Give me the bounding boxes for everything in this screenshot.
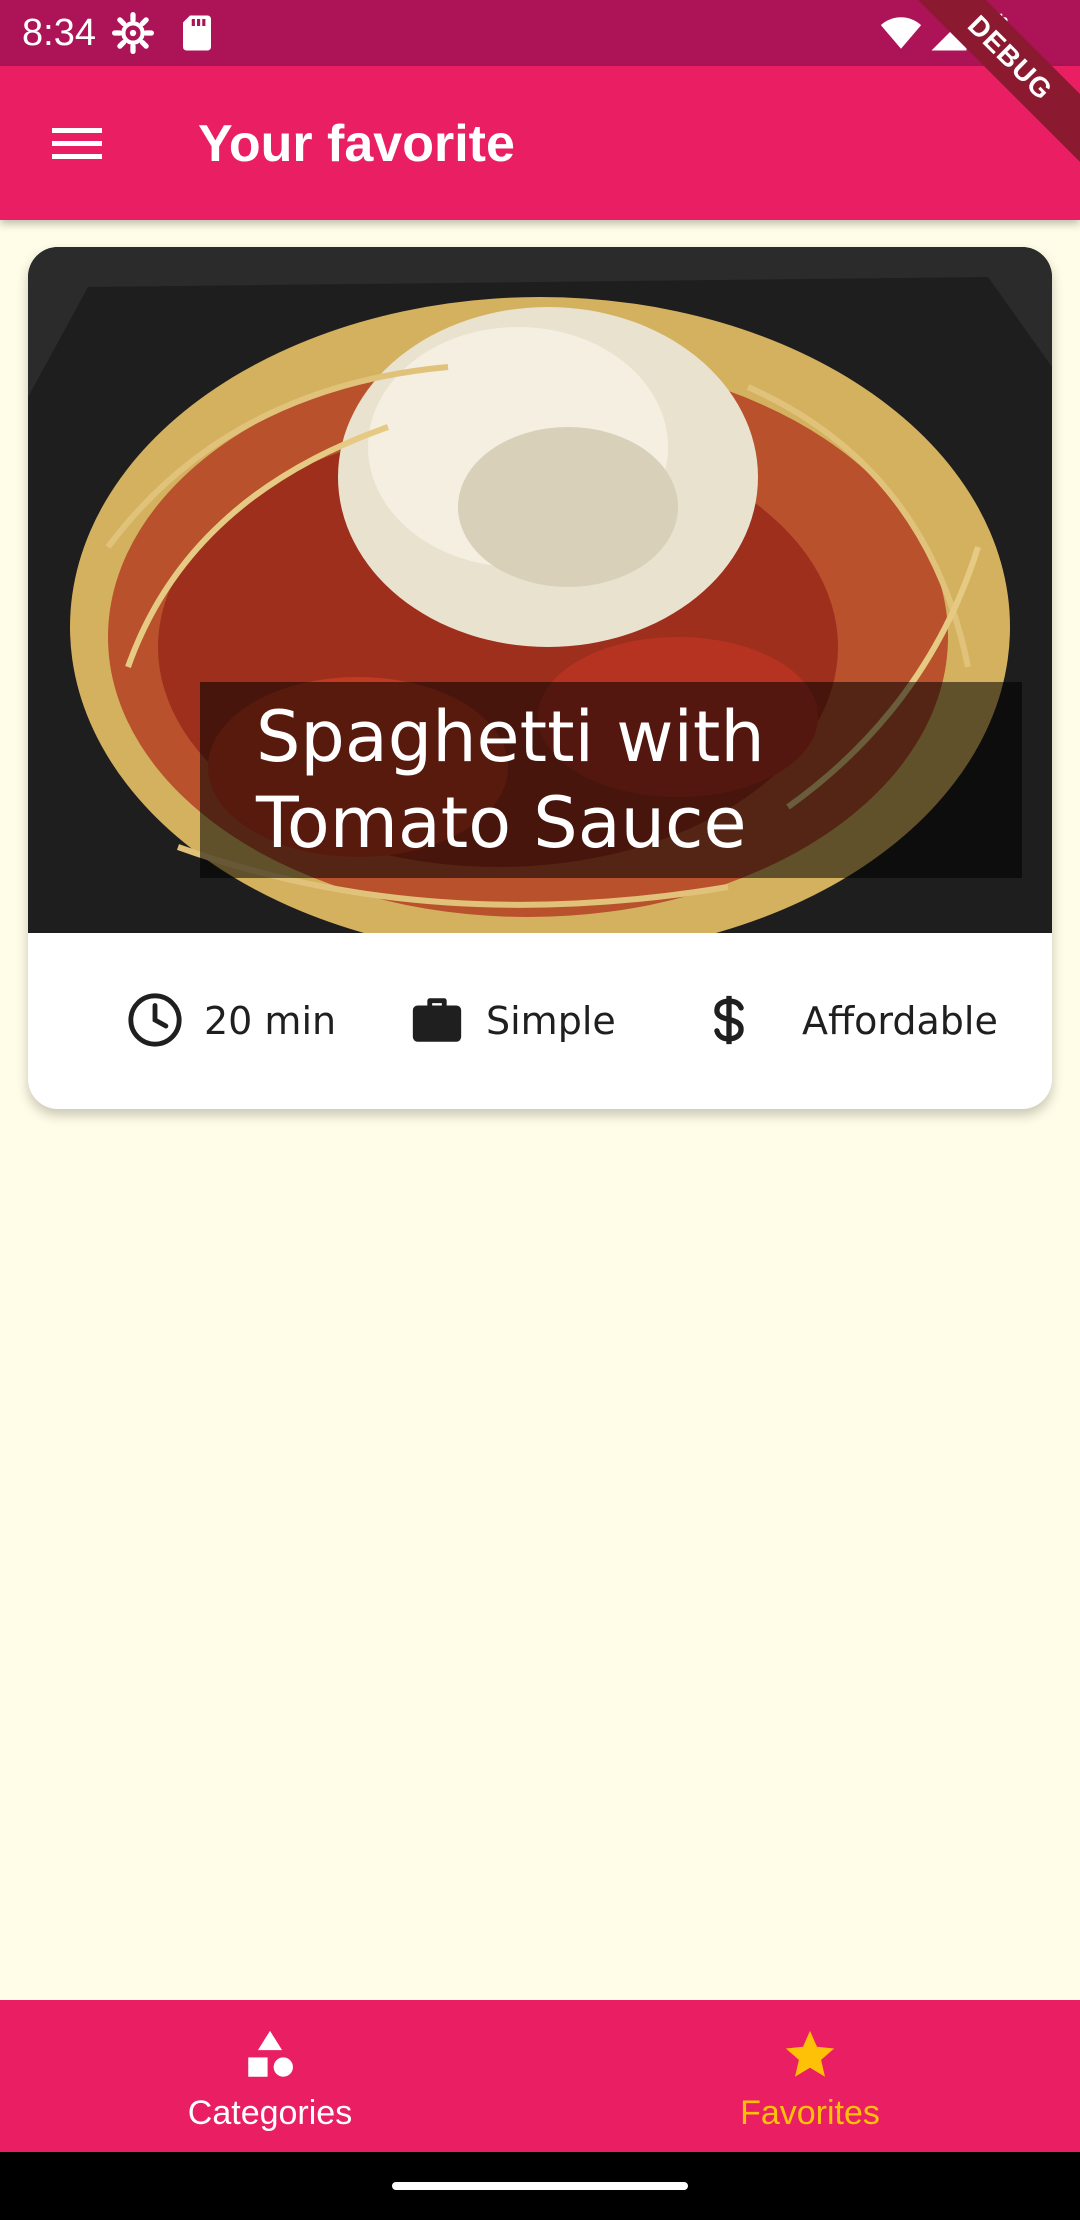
categories-icon bbox=[248, 2030, 293, 2077]
gesture-handle[interactable] bbox=[392, 2182, 688, 2190]
sd-card-icon bbox=[183, 15, 211, 51]
complexity-text: Simple bbox=[486, 999, 616, 1043]
nav-label-favorites: Favorites bbox=[740, 2094, 880, 2132]
menu-icon bbox=[52, 128, 102, 160]
recipe-card[interactable]: Spaghetti with Tomato Sauce 20 min Simpl… bbox=[28, 247, 1052, 1109]
system-navigation-bar bbox=[0, 2152, 1080, 2220]
app-bar: Your favorite bbox=[0, 66, 1080, 220]
star-icon bbox=[785, 2030, 835, 2077]
nav-item-favorites[interactable]: Favorites bbox=[540, 2000, 1080, 2152]
briefcase-icon bbox=[412, 998, 462, 1042]
menu-button[interactable] bbox=[32, 106, 120, 182]
status-bar: 8:34 bbox=[0, 0, 1080, 66]
wifi-icon bbox=[880, 17, 922, 49]
nav-item-categories[interactable]: Categories bbox=[0, 2000, 540, 2152]
page-title: Your favorite bbox=[198, 115, 515, 173]
duration-text: 20 min bbox=[204, 999, 337, 1043]
bottom-navigation: Categories Favorites bbox=[0, 2000, 1080, 2152]
affordability-text: Affordable bbox=[802, 999, 998, 1043]
recipe-title-overlay: Spaghetti with Tomato Sauce bbox=[200, 682, 1022, 878]
status-time: 8:34 bbox=[22, 12, 96, 54]
nav-label-categories: Categories bbox=[187, 2094, 353, 2132]
dollar-icon bbox=[714, 995, 744, 1045]
settings-icon bbox=[112, 12, 154, 54]
recipe-meta-row: 20 min Simple Affordable bbox=[28, 933, 1052, 1109]
recipe-image: Spaghetti with Tomato Sauce bbox=[28, 247, 1052, 933]
clock-icon bbox=[128, 993, 182, 1047]
recipe-title: Spaghetti with Tomato Sauce bbox=[256, 696, 765, 864]
